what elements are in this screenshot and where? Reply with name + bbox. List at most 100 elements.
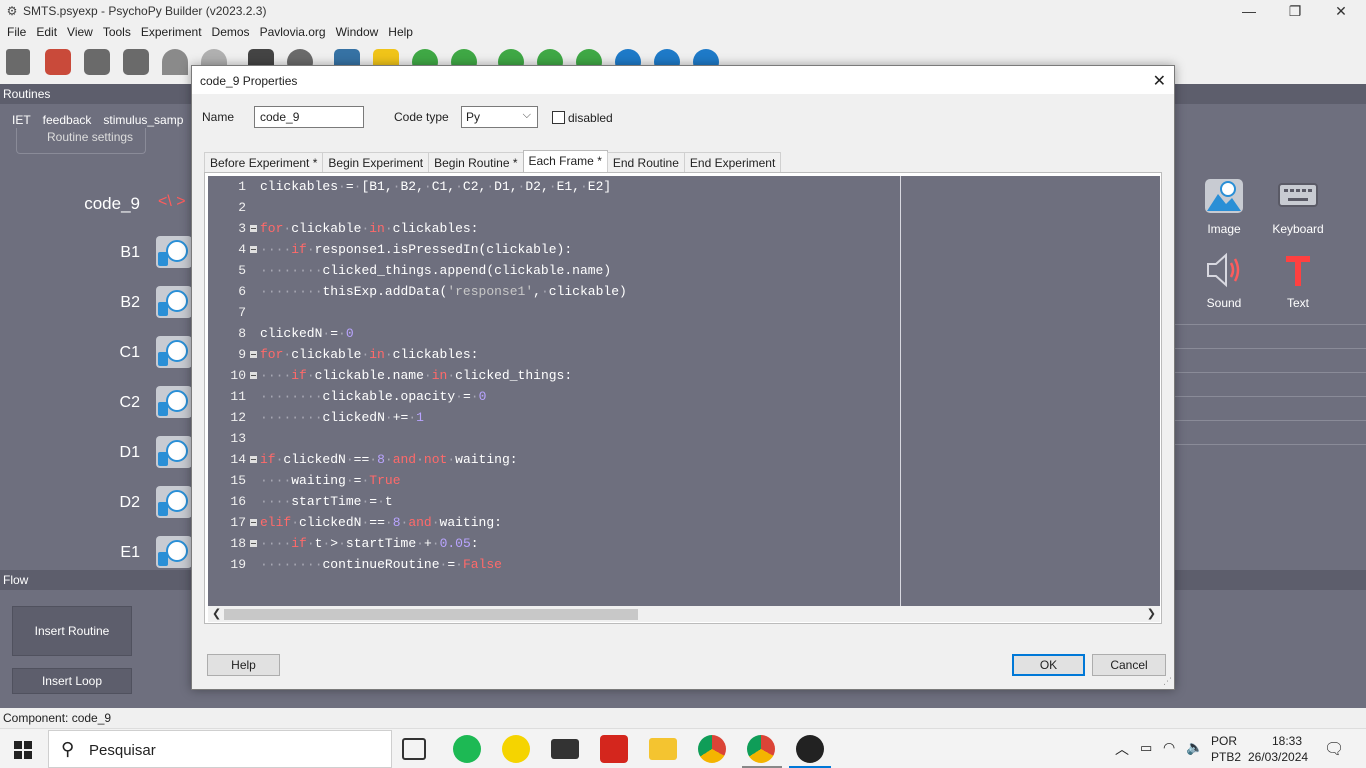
- code-line[interactable]: 15 ····waiting·=·True: [208, 470, 1160, 491]
- open-folder-icon[interactable]: [45, 49, 71, 75]
- code-line[interactable]: 6 ········thisExp.addData('response1',·cl…: [208, 281, 1160, 302]
- code-line[interactable]: 7: [208, 302, 1160, 323]
- volume-icon[interactable]: 🔈: [1186, 739, 1203, 768]
- menu-experiment[interactable]: Experiment: [136, 25, 207, 39]
- menu-pavlovia[interactable]: Pavlovia.org: [255, 25, 331, 39]
- palette-divider: [1175, 420, 1366, 421]
- new-file-icon[interactable]: [6, 49, 30, 75]
- image-component-icon: [156, 286, 192, 318]
- routine-tab-iet[interactable]: IET: [0, 113, 37, 127]
- code-line[interactable]: 17 elif·clickedN·==·8·and·waiting:: [208, 512, 1160, 533]
- clock-date[interactable]: 26/03/2024: [1248, 750, 1308, 768]
- pdf-reader-icon[interactable]: [600, 735, 628, 763]
- menu-help[interactable]: Help: [383, 25, 418, 39]
- chrome-icon[interactable]: [698, 735, 726, 763]
- yellow-app-icon[interactable]: [502, 735, 530, 763]
- scroll-right-icon[interactable]: ❯: [1147, 606, 1156, 622]
- close-window-button[interactable]: ✕: [1318, 0, 1364, 22]
- code-line[interactable]: 4 ····if·response1.isPressedIn(clickable)…: [208, 239, 1160, 260]
- routine-tab-stimulus[interactable]: stimulus_samp: [97, 113, 189, 127]
- component-label-code[interactable]: code_9: [84, 194, 140, 214]
- spotify-icon[interactable]: [453, 735, 481, 763]
- tab-end-routine[interactable]: End Routine: [606, 152, 685, 172]
- menu-file[interactable]: File: [2, 25, 31, 39]
- code-line[interactable]: 9 for·clickable·in·clickables:: [208, 344, 1160, 365]
- horizontal-scrollbar[interactable]: ❮ ❯: [208, 606, 1160, 622]
- code-line[interactable]: 3 for·clickable·in·clickables:: [208, 218, 1160, 239]
- tab-begin-experiment[interactable]: Begin Experiment: [322, 152, 430, 172]
- ok-button[interactable]: OK: [1012, 654, 1085, 676]
- code-line[interactable]: 10 ····if·clickable.name·in·clicked_thing…: [208, 365, 1160, 386]
- undo-icon[interactable]: [162, 49, 188, 75]
- wifi-icon[interactable]: ◠: [1163, 739, 1175, 768]
- component-label-b1[interactable]: B1: [120, 244, 140, 262]
- component-label-c1[interactable]: C1: [120, 344, 140, 362]
- component-label-d2[interactable]: D2: [120, 494, 140, 512]
- fold-marker-icon[interactable]: [250, 372, 257, 379]
- code-type-select[interactable]: Py ⌵: [461, 106, 538, 128]
- menu-edit[interactable]: Edit: [31, 25, 62, 39]
- fold-marker-icon[interactable]: [250, 540, 257, 547]
- chrome-profile-icon[interactable]: [747, 735, 775, 763]
- menu-demos[interactable]: Demos: [207, 25, 255, 39]
- menu-tools[interactable]: Tools: [98, 25, 136, 39]
- taskbar-search-box[interactable]: ⚲ Pesquisar: [48, 730, 392, 768]
- file-explorer-icon[interactable]: [649, 738, 677, 760]
- code-line[interactable]: 14 if·clickedN·==·8·and·not·waiting:: [208, 449, 1160, 470]
- palette-image[interactable]: Image: [1189, 178, 1259, 236]
- code-line[interactable]: 5 ········clicked_things.append(clickable…: [208, 260, 1160, 281]
- resize-grip-icon[interactable]: ⋰: [1163, 676, 1172, 687]
- code-line[interactable]: 2: [208, 197, 1160, 218]
- fold-marker-icon[interactable]: [250, 456, 257, 463]
- tab-each-frame[interactable]: Each Frame *: [522, 150, 608, 172]
- tab-end-experiment[interactable]: End Experiment: [683, 152, 782, 172]
- code-line[interactable]: 11 ········clickable.opacity·=·0: [208, 386, 1160, 407]
- code-line[interactable]: 19 ········continueRoutine·=·False: [208, 554, 1160, 575]
- scroll-left-icon[interactable]: ❮: [212, 606, 221, 622]
- minimize-button[interactable]: —: [1226, 0, 1272, 22]
- help-button[interactable]: Help: [207, 654, 280, 676]
- windows-start-icon[interactable]: [14, 741, 32, 759]
- component-label-e1[interactable]: E1: [120, 544, 140, 562]
- restore-button[interactable]: ❐: [1272, 0, 1318, 22]
- routine-settings-button[interactable]: Routine settings: [16, 128, 146, 154]
- code-editor[interactable]: 1 clickables·=·[B1,·B2,·C1,·C2,·D1,·D2,·E…: [208, 176, 1160, 606]
- save-as-icon[interactable]: [123, 49, 149, 75]
- code-line[interactable]: 1 clickables·=·[B1,·B2,·C1,·C2,·D1,·D2,·E…: [208, 176, 1160, 197]
- cancel-button[interactable]: Cancel: [1092, 654, 1166, 676]
- palette-text[interactable]: Text: [1263, 252, 1333, 310]
- component-label-c2[interactable]: C2: [120, 394, 140, 412]
- palette-keyboard[interactable]: Keyboard: [1263, 178, 1333, 236]
- mail-icon[interactable]: [551, 739, 579, 759]
- insert-loop-button[interactable]: Insert Loop: [12, 668, 132, 694]
- menu-view[interactable]: View: [62, 25, 98, 39]
- code-line[interactable]: 16 ····startTime·=·t: [208, 491, 1160, 512]
- code-line[interactable]: 8 clickedN·=·0: [208, 323, 1160, 344]
- scrollbar-thumb[interactable]: [224, 609, 638, 620]
- code-line[interactable]: 13: [208, 428, 1160, 449]
- notifications-icon[interactable]: 🗨: [1324, 739, 1344, 768]
- name-input[interactable]: [254, 106, 364, 128]
- disabled-checkbox[interactable]: [552, 111, 565, 124]
- battery-icon[interactable]: ▭: [1140, 740, 1152, 768]
- component-label-b2[interactable]: B2: [120, 294, 140, 312]
- insert-routine-button[interactable]: Insert Routine: [12, 606, 132, 656]
- tab-begin-routine[interactable]: Begin Routine *: [428, 152, 524, 172]
- code-line[interactable]: 12 ········clickedN·+=·1: [208, 407, 1160, 428]
- language-bottom[interactable]: PTB2: [1211, 750, 1241, 768]
- psychopy-taskbar-icon[interactable]: [796, 735, 824, 763]
- fold-marker-icon[interactable]: [250, 351, 257, 358]
- dialog-close-icon[interactable]: ✕: [1153, 71, 1166, 91]
- tab-before-experiment[interactable]: Before Experiment *: [204, 152, 324, 172]
- task-view-icon[interactable]: [402, 738, 426, 760]
- code-line[interactable]: 18 ····if·t·>·startTime·+·0.05:: [208, 533, 1160, 554]
- save-icon[interactable]: [84, 49, 110, 75]
- fold-marker-icon[interactable]: [250, 225, 257, 232]
- menu-window[interactable]: Window: [331, 25, 384, 39]
- component-label-d1[interactable]: D1: [120, 444, 140, 462]
- fold-marker-icon[interactable]: [250, 246, 257, 253]
- routine-tab-feedback[interactable]: feedback: [37, 113, 98, 127]
- palette-sound[interactable]: Sound: [1189, 252, 1259, 310]
- fold-marker-icon[interactable]: [250, 519, 257, 526]
- tray-chevron-icon[interactable]: ︿: [1115, 739, 1129, 768]
